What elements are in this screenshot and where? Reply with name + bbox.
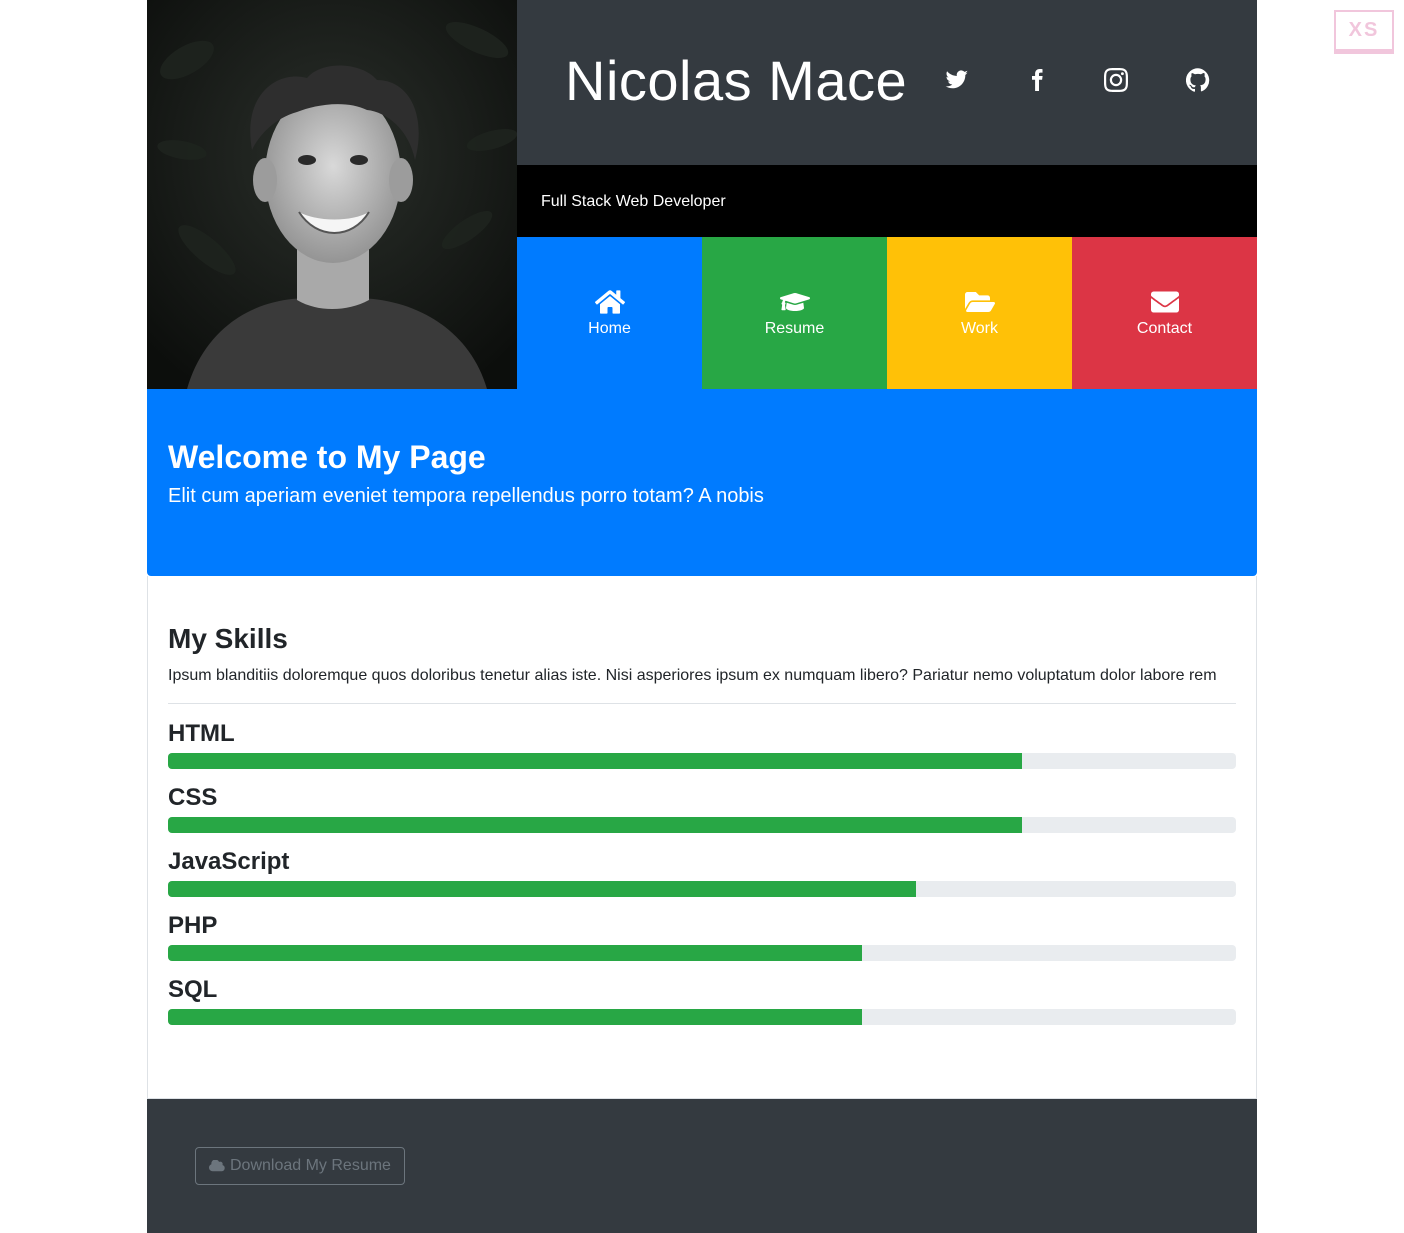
site-name: Nicolas Mace [565,49,908,112]
skill-progress-fill [168,1009,863,1025]
divider [168,703,1236,704]
skill-item: CSS [168,784,1236,833]
nav-resume-label: Resume [764,320,825,337]
skills-intro: Ipsum blanditiis doloremque quos dolorib… [168,667,1217,684]
nav-contact-label: Contact [1136,320,1193,337]
graduation-cap-icon [779,293,810,311]
skill-name: CSS [168,784,218,811]
skill-progress-fill [168,881,916,897]
nav-contact[interactable]: Contact [1072,237,1257,389]
skill-name: PHP [168,912,218,939]
download-resume-button[interactable]: Download My Resume [195,1147,405,1185]
skill-progress-bar [168,753,1236,769]
twitter-icon [945,70,968,89]
skill-progress-fill [168,817,1023,833]
subtitle-bar: Full Stack Web Developer [517,165,1257,237]
instagram-link[interactable] [1098,62,1134,98]
folder-open-icon [964,292,995,313]
main-nav: Home Resume Work Contact [517,237,1257,389]
profile-photo [147,0,517,389]
skill-name: JavaScript [168,848,290,875]
page: Nicolas Mace Full Stack Web Developer Ho… [147,0,1257,1233]
title-bar: Nicolas Mace [517,0,1257,165]
download-resume-label: Download My Resume [230,1157,391,1174]
nav-resume[interactable]: Resume [702,237,887,389]
skill-progress-bar [168,817,1236,833]
skill-progress-bar [168,945,1236,961]
header: Nicolas Mace Full Stack Web Developer Ho… [147,0,1257,389]
skills-section: My Skills Ipsum blanditiis doloremque qu… [147,576,1257,1099]
skill-progress-bar [168,1009,1236,1025]
skill-item: SQL [168,976,1236,1025]
twitter-link[interactable] [939,62,975,98]
nav-work-label: Work [960,320,999,337]
cloud-icon [209,1160,225,1172]
skill-name: SQL [168,976,218,1003]
nav-home-label: Home [588,320,631,337]
skill-progress-fill [168,753,1023,769]
facebook-icon [1032,69,1043,91]
skill-progress-bar [168,881,1236,897]
skill-progress-fill [168,945,863,961]
envelope-icon [1150,291,1179,313]
footer: Download My Resume [147,1099,1257,1233]
skill-name: HTML [168,720,235,747]
skill-item: PHP [168,912,1236,961]
facebook-link[interactable] [1019,62,1055,98]
nav-home[interactable]: Home [517,237,702,389]
github-link[interactable] [1180,62,1216,98]
nav-work[interactable]: Work [887,237,1072,389]
welcome-section: Welcome to My Page Elit cum aperiam even… [147,389,1257,576]
skill-item: JavaScript [168,848,1236,897]
welcome-title: Welcome to My Page [168,439,486,475]
welcome-text: Elit cum aperiam eveniet tempora repelle… [168,485,764,507]
skills-title: My Skills [168,623,288,654]
skill-list: HTML CSS JavaScript PHP SQL [168,720,1236,1025]
home-icon [594,290,625,314]
instagram-icon [1104,68,1128,92]
job-title: Full Stack Web Developer [541,193,726,210]
skill-item: HTML [168,720,1236,769]
github-icon [1186,68,1210,92]
breakpoint-badge: XS [1334,10,1394,54]
